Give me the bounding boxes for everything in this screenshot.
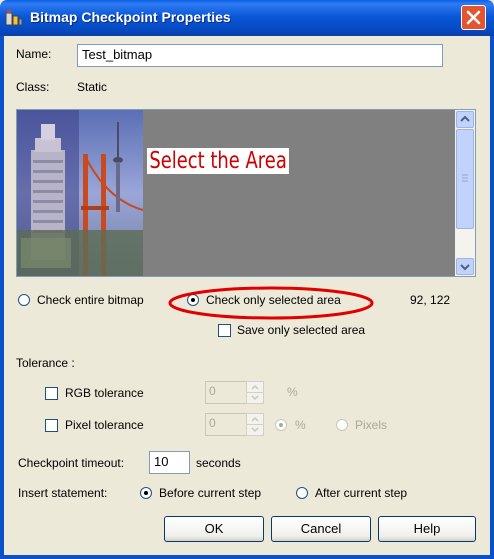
pixel-pixels-label[interactable]: Pixels bbox=[355, 418, 387, 432]
pixel-tolerance-checkbox[interactable] bbox=[45, 419, 58, 432]
rgb-tolerance-checkbox[interactable] bbox=[45, 387, 58, 400]
preview-scrollbar[interactable] bbox=[455, 110, 475, 276]
name-input[interactable]: Test_bitmap bbox=[77, 44, 443, 67]
app-icon bbox=[5, 9, 23, 27]
rgb-unit-label: % bbox=[287, 385, 298, 399]
highlight-ellipse bbox=[168, 286, 374, 320]
ok-button[interactable]: OK bbox=[164, 516, 264, 542]
insert-label: Insert statement: bbox=[18, 486, 108, 500]
close-button[interactable] bbox=[461, 5, 486, 30]
timeout-unit: seconds bbox=[196, 456, 241, 470]
coordinates-readout: 92, 122 bbox=[410, 293, 451, 307]
pixel-percent-label[interactable]: % bbox=[295, 418, 306, 432]
save-only-label[interactable]: Save only selected area bbox=[237, 323, 365, 337]
window-title: Bitmap Checkpoint Properties bbox=[30, 9, 231, 25]
pixel-pixels-radio[interactable] bbox=[336, 419, 348, 431]
bitmap-image bbox=[17, 110, 143, 276]
scroll-thumb[interactable] bbox=[456, 129, 474, 229]
help-button[interactable]: Help bbox=[378, 516, 476, 542]
rgb-tolerance-spinner[interactable] bbox=[246, 381, 264, 404]
timeout-label: Checkpoint timeout: bbox=[18, 456, 125, 470]
scroll-down-button[interactable] bbox=[456, 258, 474, 275]
insert-before-radio[interactable] bbox=[140, 487, 152, 499]
save-only-checkbox[interactable] bbox=[218, 324, 231, 337]
grip-icon bbox=[462, 174, 468, 182]
preview-annotation: Select the Area bbox=[147, 148, 290, 174]
pixel-tolerance-spinner[interactable] bbox=[246, 413, 264, 436]
check-entire-radio[interactable] bbox=[18, 294, 30, 306]
close-icon bbox=[466, 10, 481, 25]
insert-before-label[interactable]: Before current step bbox=[159, 486, 261, 500]
name-label: Name: bbox=[16, 47, 52, 61]
insert-after-radio[interactable] bbox=[296, 487, 308, 499]
pixel-percent-radio[interactable] bbox=[275, 419, 287, 431]
chevron-down-icon bbox=[460, 264, 470, 271]
insert-after-label[interactable]: After current step bbox=[315, 486, 407, 500]
rgb-tolerance-input[interactable]: 0 bbox=[205, 381, 247, 404]
cancel-button[interactable]: Cancel bbox=[271, 516, 371, 542]
pixel-tolerance-label[interactable]: Pixel tolerance bbox=[65, 418, 144, 432]
chevron-up-icon bbox=[460, 115, 470, 122]
pixel-tolerance-input[interactable]: 0 bbox=[205, 413, 247, 436]
rgb-tolerance-label[interactable]: RGB tolerance bbox=[65, 386, 144, 400]
timeout-input[interactable]: 10 bbox=[149, 451, 190, 474]
class-label: Class: bbox=[16, 80, 50, 94]
scroll-up-button[interactable] bbox=[456, 111, 474, 128]
tolerance-heading: Tolerance : bbox=[16, 356, 75, 370]
check-entire-label[interactable]: Check entire bitmap bbox=[37, 293, 144, 307]
class-value: Static bbox=[77, 80, 108, 94]
